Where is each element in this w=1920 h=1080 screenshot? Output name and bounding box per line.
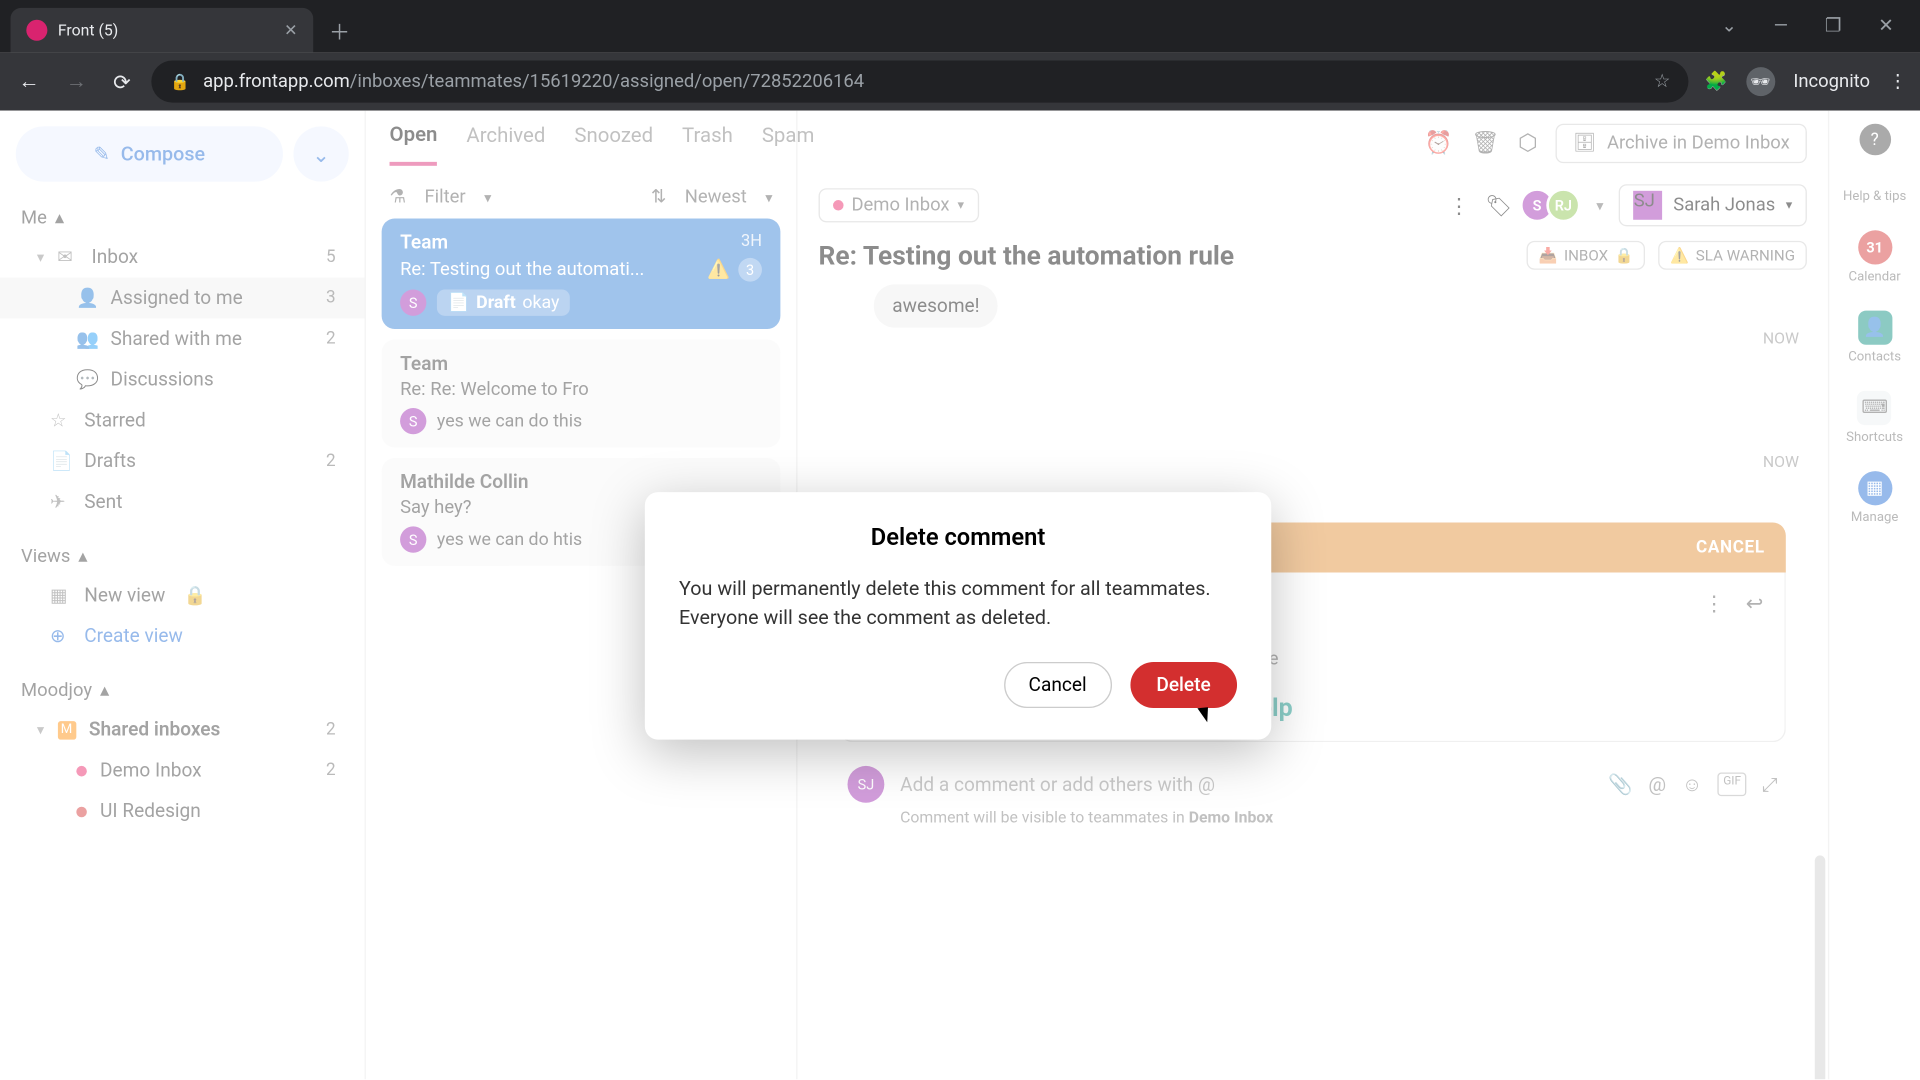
cancel-button[interactable]: Cancel [1004,661,1112,707]
url-path: /inboxes/teammates/15619220/assigned/ope… [350,71,864,92]
close-window-icon[interactable]: ✕ [1860,8,1912,45]
back-icon[interactable]: ← [13,63,45,100]
delete-button[interactable]: Delete [1130,661,1237,707]
modal-title: Delete comment [679,524,1237,552]
new-tab-button[interactable]: ＋ [329,14,350,46]
tab-title: Front (5) [58,21,118,39]
reload-icon[interactable]: ⟳ [108,64,136,100]
minimize-icon[interactable]: ― [1755,8,1806,45]
browser-url-bar: ← → ⟳ 🔒 app.frontapp.com/inboxes/teammat… [0,53,1920,111]
forward-icon: → [61,63,93,100]
url-host: app.frontapp.com [203,71,350,92]
address-bar[interactable]: 🔒 app.frontapp.com/inboxes/teammates/156… [152,61,1689,103]
window-controls: ⌄ ― ❐ ✕ [1703,8,1912,45]
delete-comment-modal: Delete comment You will permanently dele… [645,492,1271,739]
lock-icon: 🔒 [170,72,190,90]
caret-down-icon[interactable]: ⌄ [1703,8,1755,45]
extensions-icon[interactable]: 🧩 [1705,71,1728,92]
incognito-icon: 🕶 [1746,67,1775,96]
favicon [26,20,47,41]
modal-body: You will permanently delete this comment… [679,575,1237,632]
browser-tab-bar: Front (5) ✕ ＋ ⌄ ― ❐ ✕ [0,0,1920,53]
star-icon[interactable]: ☆ [1654,71,1671,92]
browser-tab[interactable]: Front (5) ✕ [11,8,314,53]
tab-close-icon[interactable]: ✕ [284,21,297,39]
browser-menu-icon[interactable]: ⋮ [1888,71,1906,92]
maximize-icon[interactable]: ❐ [1806,8,1859,45]
incognito-label: Incognito [1793,71,1870,92]
